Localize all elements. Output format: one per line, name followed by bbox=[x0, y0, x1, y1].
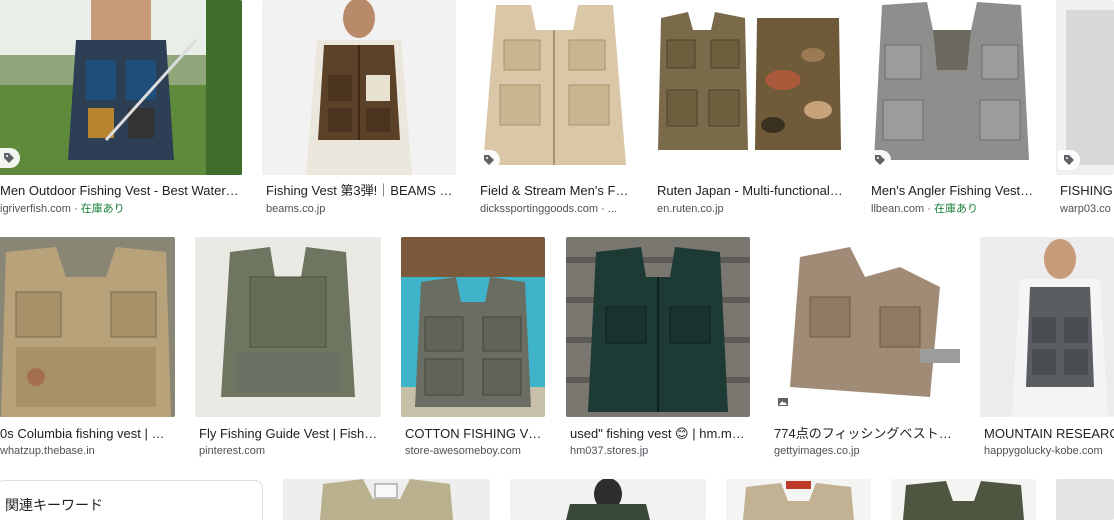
result-card[interactable]: Fly Fishing Guide Vest | Fishin... pinte… bbox=[195, 237, 381, 459]
related-keywords-title: 関連キーワード bbox=[5, 497, 103, 513]
result-title[interactable]: 0s Columbia fishing vest | W... bbox=[0, 426, 173, 442]
source-domain: warp03.co bbox=[1060, 203, 1111, 215]
result-source: store-awesomeboy.com bbox=[405, 444, 543, 458]
result-source: warp03.co bbox=[1060, 202, 1114, 216]
source-domain: store-awesomeboy.com bbox=[405, 445, 521, 457]
source-domain: happygolucky-kobe.com bbox=[984, 445, 1103, 457]
image-icon bbox=[772, 392, 794, 412]
result-thumbnail[interactable] bbox=[510, 479, 706, 520]
result-title[interactable]: COTTON FISHING VES... bbox=[405, 426, 543, 442]
result-title[interactable]: used" fishing vest 😊 | hm.moi... bbox=[570, 426, 748, 442]
tag-icon bbox=[1058, 150, 1080, 170]
result-card[interactable]: Men's Angler Fishing Vest | ... llbean.c… bbox=[867, 0, 1036, 220]
separator: · bbox=[924, 203, 934, 215]
result-thumbnail[interactable] bbox=[867, 0, 1036, 175]
result-title[interactable]: 774点のフィッシングベストの... bbox=[774, 426, 958, 442]
result-thumbnail[interactable] bbox=[980, 237, 1114, 417]
result-source: dickssportinggoods.com · ... bbox=[480, 202, 631, 216]
source-domain: whatzup.thebase.in bbox=[0, 445, 95, 457]
result-card[interactable]: COTTON FISHING VES... store-awesomeboy.c… bbox=[401, 237, 545, 459]
result-card[interactable]: Ruten Japan - Multi-functional v... en.r… bbox=[653, 0, 847, 220]
source-domain: dickssportinggoods.com · ... bbox=[480, 203, 617, 215]
result-thumbnail[interactable] bbox=[0, 237, 175, 417]
source-domain: hm037.stores.jp bbox=[570, 445, 649, 457]
stock-status: 在庫あり bbox=[80, 203, 125, 215]
result-thumbnail[interactable] bbox=[1056, 0, 1114, 175]
result-card[interactable]: 774点のフィッシングベストの... gettyimages.co.jp bbox=[770, 237, 960, 459]
tag-icon bbox=[869, 150, 891, 170]
result-card[interactable]: Men Outdoor Fishing Vest - Best Water Ja… bbox=[0, 0, 242, 220]
result-card[interactable] bbox=[891, 479, 1036, 520]
result-thumbnail[interactable] bbox=[1056, 479, 1114, 520]
result-thumbnail[interactable] bbox=[283, 479, 490, 520]
result-source: pinterest.com bbox=[199, 444, 379, 458]
result-title[interactable]: Field & Stream Men's Fly ... bbox=[480, 183, 631, 199]
result-source: happygolucky-kobe.com bbox=[984, 444, 1114, 458]
result-source: en.ruten.co.jp bbox=[657, 202, 845, 216]
result-card[interactable]: used" fishing vest 😊 | hm.moi... hm037.s… bbox=[566, 237, 750, 459]
related-keywords-panel[interactable]: 関連キーワード bbox=[0, 480, 263, 520]
result-card[interactable]: FISHING V warp03.co bbox=[1056, 0, 1114, 220]
result-thumbnail[interactable] bbox=[770, 237, 960, 417]
result-card[interactable] bbox=[510, 479, 706, 520]
result-thumbnail[interactable] bbox=[566, 237, 750, 417]
separator: · bbox=[70, 203, 81, 215]
result-title[interactable]: Ruten Japan - Multi-functional v... bbox=[657, 183, 845, 199]
result-source: llbean.com · 在庫あり bbox=[871, 202, 1034, 216]
result-title[interactable]: FISHING V bbox=[1060, 183, 1114, 199]
result-card[interactable]: Fishing Vest 第3弾!｜BEAMS PL... beams.co.j… bbox=[262, 0, 456, 220]
result-source: hm037.stores.jp bbox=[570, 444, 748, 458]
result-source: gettyimages.co.jp bbox=[774, 444, 958, 458]
tag-icon bbox=[0, 148, 20, 168]
result-card[interactable]: MOUNTAIN RESEARCH/ happygolucky-kobe.com bbox=[980, 237, 1114, 459]
result-card[interactable] bbox=[726, 479, 871, 520]
result-thumbnail[interactable] bbox=[476, 0, 633, 175]
source-domain: pinterest.com bbox=[199, 445, 266, 457]
source-domain: gettyimages.co.jp bbox=[774, 445, 860, 457]
result-thumbnail[interactable] bbox=[726, 479, 871, 520]
result-source: beams.co.jp bbox=[266, 202, 454, 216]
source-domain: en.ruten.co.jp bbox=[657, 203, 724, 215]
result-card[interactable] bbox=[1056, 479, 1114, 520]
source-domain: beams.co.jp bbox=[266, 203, 326, 215]
result-thumbnail[interactable] bbox=[0, 0, 242, 175]
result-title[interactable]: Men Outdoor Fishing Vest - Best Water Ja… bbox=[0, 183, 240, 199]
result-title[interactable]: Fishing Vest 第3弾!｜BEAMS PL... bbox=[266, 183, 454, 199]
source-domain: llbean.com bbox=[871, 203, 925, 215]
result-card[interactable]: 0s Columbia fishing vest | W... whatzup.… bbox=[0, 237, 175, 459]
result-thumbnail[interactable] bbox=[653, 0, 847, 175]
result-thumbnail[interactable] bbox=[195, 237, 381, 417]
source-domain: igriverfish.com bbox=[0, 203, 71, 215]
result-thumbnail[interactable] bbox=[891, 479, 1036, 520]
result-thumbnail[interactable] bbox=[262, 0, 456, 175]
result-title[interactable]: Men's Angler Fishing Vest | ... bbox=[871, 183, 1034, 199]
result-card[interactable]: Field & Stream Men's Fly ... dickssporti… bbox=[476, 0, 633, 220]
result-source: igriverfish.com · 在庫あり bbox=[0, 202, 240, 216]
result-source: whatzup.thebase.in bbox=[0, 444, 173, 458]
result-thumbnail[interactable] bbox=[401, 237, 545, 417]
result-title[interactable]: MOUNTAIN RESEARCH/ bbox=[984, 426, 1114, 442]
stock-status: 在庫あり bbox=[933, 203, 978, 215]
tag-icon bbox=[478, 150, 500, 170]
result-card[interactable] bbox=[283, 479, 490, 520]
result-title[interactable]: Fly Fishing Guide Vest | Fishin... bbox=[199, 426, 379, 442]
